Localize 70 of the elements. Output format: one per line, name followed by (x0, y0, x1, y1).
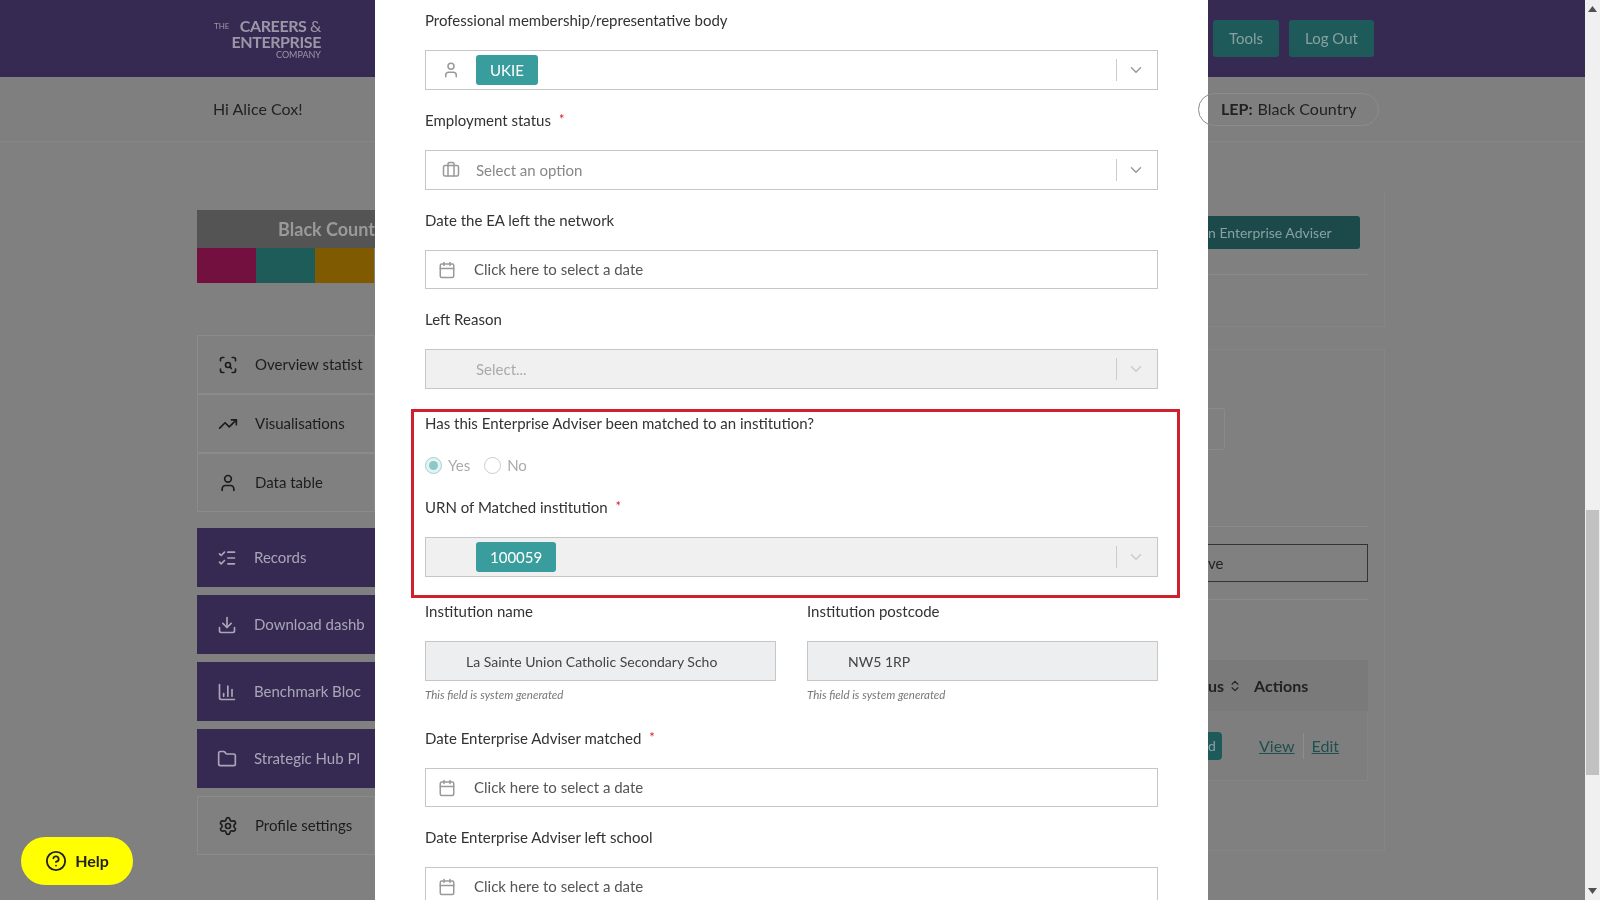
greeting-text: Hi Alice Cox! (213, 98, 303, 120)
required-mark: * (615, 497, 622, 517)
select-field[interactable]: Select an option (425, 150, 1158, 190)
date-field[interactable]: Click here to select a date (425, 250, 1158, 289)
field-hint: This field is system generated (425, 687, 564, 704)
select-field[interactable]: UKIE (425, 50, 1158, 90)
folder-icon (217, 748, 237, 769)
sidebar-item[interactable]: Records (197, 528, 375, 587)
date-field[interactable]: Click here to select a date (425, 867, 1158, 900)
scroll-down-icon (1588, 888, 1597, 894)
field-hint: This field is system generated (807, 687, 946, 704)
scroll-up-icon (1588, 6, 1597, 12)
input-field[interactable] (1208, 408, 1225, 450)
column-header: Actions (1254, 674, 1309, 697)
select-placeholder: Select an option (476, 159, 583, 181)
field-label: Institution postcode (807, 600, 940, 622)
color-stripe (256, 248, 315, 283)
required-mark: * (558, 110, 565, 130)
column-header: us (1208, 674, 1225, 697)
help-icon (45, 850, 68, 872)
sidebar-item[interactable]: Benchmark Bloc (197, 662, 375, 721)
date-placeholder: Click here to select a date (473, 777, 644, 799)
status-badge: d (1208, 731, 1222, 760)
sidebar-item[interactable]: Visualisations (197, 394, 375, 453)
calendar-icon (438, 260, 456, 279)
sidebar-item[interactable]: Overview statist (197, 335, 375, 394)
field-label: Employment status (425, 109, 551, 131)
field-value: La Sainte Union Catholic Secondary Scho (466, 651, 718, 672)
select-placeholder: Select... (476, 358, 527, 380)
header-button[interactable]: Log Out (1289, 20, 1374, 57)
field-label: Date the EA left the network (425, 209, 615, 231)
color-stripe (315, 248, 374, 283)
calendar-icon (438, 778, 456, 797)
action-link[interactable]: Edit (1311, 733, 1340, 758)
sidebar-item[interactable]: Profile settings (197, 796, 375, 855)
date-placeholder: Click here to select a date (473, 259, 644, 281)
sidebar-item[interactable]: Download dashb (197, 595, 375, 654)
download-icon (217, 614, 237, 635)
field-label: Professional membership/representative body (425, 9, 728, 31)
settings-icon (218, 815, 238, 836)
action-link[interactable]: View (1259, 733, 1295, 758)
selected-tag: 100059 (476, 541, 557, 573)
field-label: URN of Matched institution (425, 496, 608, 518)
briefcase-icon (442, 161, 460, 179)
person-icon (442, 61, 460, 79)
color-stripe (197, 248, 256, 283)
sidebar-item[interactable]: Strategic Hub Pl (197, 729, 375, 788)
field-value: NW5 1RP (848, 651, 911, 672)
person-icon (218, 472, 238, 493)
logo-small-text: THE (214, 22, 230, 33)
field-label: Left Reason (425, 308, 502, 330)
magnifier-icon (218, 354, 238, 375)
date-placeholder: Click here to select a date (473, 876, 644, 898)
required-mark: * (649, 728, 655, 748)
question-label: Has this Enterprise Adviser been matched to an institution? (425, 412, 814, 434)
search-field[interactable]: ve (1208, 544, 1368, 582)
selected-tag: UKIE (476, 54, 538, 86)
add-adviser-button[interactable]: n Enterprise Adviser (1208, 216, 1360, 249)
bar-chart-icon (217, 681, 237, 702)
field-label: Date Enterprise Adviser matched (425, 727, 642, 749)
sidebar-item[interactable]: Data table (197, 453, 375, 512)
field-label: Institution name (425, 600, 533, 622)
company-logo: THE CAREERS & ENTERPRISE COMPANY (214, 18, 321, 59)
field-label: Date Enterprise Adviser left school (425, 826, 653, 848)
header-button[interactable]: Tools (1213, 20, 1280, 57)
calendar-icon (438, 877, 456, 896)
help-button[interactable]: Help (21, 837, 133, 885)
date-field[interactable]: Click here to select a date (425, 768, 1158, 807)
scrollbar[interactable] (1585, 0, 1600, 900)
banner-title: Black Count (278, 216, 375, 242)
